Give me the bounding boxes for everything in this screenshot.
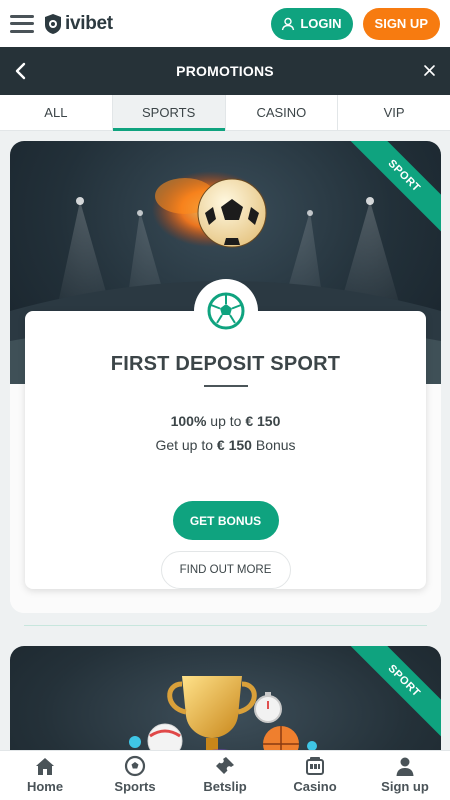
- bonus-post: Bonus: [251, 437, 296, 453]
- nav-label: Sports: [114, 779, 156, 794]
- logo-shield-icon: [45, 13, 61, 34]
- menu-icon[interactable]: [10, 14, 34, 33]
- card-separator: [24, 625, 427, 626]
- bonus-line-2: Get up to € 150 Bonus: [25, 437, 426, 453]
- nav-label: Betslip: [203, 779, 247, 794]
- promo-info-panel: FIRST DEPOSIT SPORT 100% up to € 150 Get…: [25, 279, 426, 589]
- nav-label: Sign up: [381, 779, 429, 794]
- user-icon: [282, 17, 295, 30]
- user-icon: [396, 757, 414, 776]
- bonus-amount: € 150: [245, 413, 281, 429]
- login-button[interactable]: LOGIN: [271, 7, 353, 40]
- top-header: ivibet LOGIN SIGN UP: [0, 0, 450, 47]
- nav-label: Home: [26, 779, 64, 794]
- get-bonus-button[interactable]: GET BONUS: [172, 501, 279, 540]
- find-out-more-button[interactable]: FIND OUT MORE: [160, 551, 291, 589]
- soccer-ball-icon: [207, 292, 244, 330]
- bonus-pre: Get up to: [155, 437, 217, 453]
- bonus-text: up to: [206, 413, 246, 429]
- home-icon: [36, 758, 54, 775]
- title-divider: [203, 385, 248, 387]
- nav-casino[interactable]: Casino: [270, 751, 360, 800]
- nav-home[interactable]: Home: [0, 751, 90, 800]
- nav-sports[interactable]: Sports: [90, 751, 180, 800]
- signup-button[interactable]: SIGN UP: [362, 7, 440, 40]
- bonus-percent: 100%: [170, 413, 207, 429]
- tab-vip[interactable]: VIP: [338, 95, 450, 130]
- soccer-badge: [193, 279, 258, 343]
- promo-title: FIRST DEPOSIT SPORT: [110, 353, 341, 375]
- page-title: PROMOTIONS: [176, 63, 274, 79]
- promo-card: SPORT FIRST DEPOSIT SPORT 100% up to € 1…: [10, 141, 441, 613]
- tab-all[interactable]: ALL: [0, 95, 113, 130]
- login-label: LOGIN: [300, 16, 342, 31]
- back-arrow-icon[interactable]: [14, 62, 28, 80]
- ticket-icon: [216, 757, 234, 774]
- bonus-amount-2: € 150: [216, 437, 252, 453]
- tab-casino[interactable]: CASINO: [226, 95, 339, 130]
- bonus-line-1: 100% up to € 150: [25, 413, 426, 429]
- tab-sports[interactable]: SPORTS: [112, 95, 226, 131]
- bottom-nav: Home Sports Betslip Casino Sign up: [0, 750, 450, 800]
- promo-tabs: ALL SPORTS CASINO VIP: [0, 95, 450, 131]
- soccer-ball-icon: [124, 755, 146, 777]
- logo-text: ivibet: [65, 12, 113, 34]
- nav-label: Casino: [293, 779, 337, 794]
- nav-betslip[interactable]: Betslip: [180, 751, 270, 800]
- promotions-titlebar: PROMOTIONS: [0, 47, 450, 95]
- slot-machine-icon: [306, 757, 324, 775]
- close-icon[interactable]: [423, 64, 436, 77]
- logo[interactable]: ivibet: [43, 13, 113, 35]
- nav-signup[interactable]: Sign up: [360, 751, 450, 800]
